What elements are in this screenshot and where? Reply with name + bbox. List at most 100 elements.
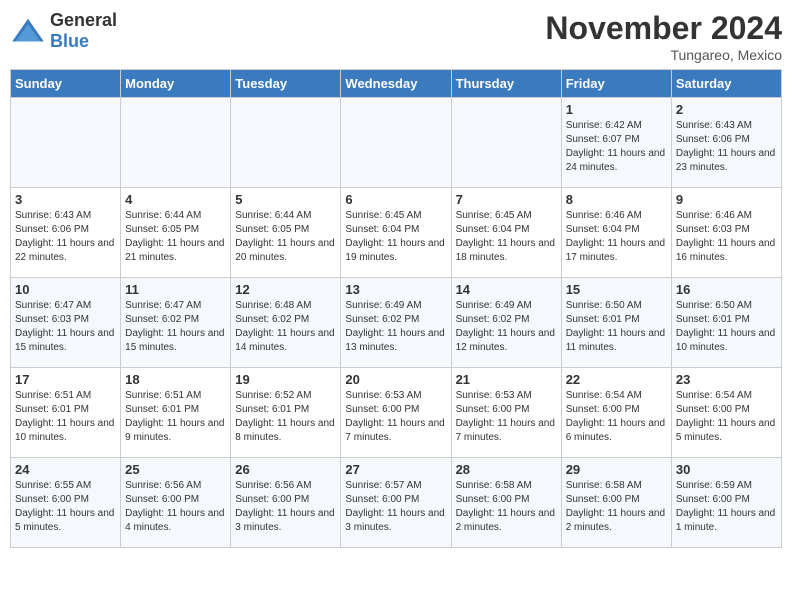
day-number: 18 [125, 372, 226, 387]
day-number: 27 [345, 462, 446, 477]
calendar-cell: 19 Sunrise: 6:52 AM Sunset: 6:01 PM Dayli… [231, 368, 341, 458]
calendar-cell: 26 Sunrise: 6:56 AM Sunset: 6:00 PM Dayli… [231, 458, 341, 548]
day-info: Sunrise: 6:56 AM Sunset: 6:00 PM Dayligh… [235, 479, 336, 535]
calendar-cell: 9 Sunrise: 6:46 AM Sunset: 6:03 PM Daylig… [671, 188, 781, 278]
logo-icon [10, 17, 46, 45]
day-info: Sunrise: 6:47 AM Sunset: 6:03 PM Dayligh… [15, 299, 116, 355]
day-number: 17 [15, 372, 116, 387]
day-info: Sunrise: 6:42 AM Sunset: 6:07 PM Dayligh… [566, 119, 667, 175]
calendar-cell: 22 Sunrise: 6:54 AM Sunset: 6:00 PM Dayli… [561, 368, 671, 458]
calendar-cell: 25Sunrise: 6:56 AM Sunset: 6:00 PM Dayli… [121, 458, 231, 548]
day-info: Sunrise: 6:53 AM Sunset: 6:00 PM Dayligh… [456, 389, 557, 445]
logo-general: General [50, 10, 117, 30]
calendar-cell: 7 Sunrise: 6:45 AM Sunset: 6:04 PM Daylig… [451, 188, 561, 278]
day-info: Sunrise: 6:49 AM Sunset: 6:02 PM Dayligh… [345, 299, 446, 355]
day-info: Sunrise: 6:54 AM Sunset: 6:00 PM Dayligh… [566, 389, 667, 445]
day-number: 6 [345, 192, 446, 207]
day-info: Sunrise: 6:58 AM Sunset: 6:00 PM Dayligh… [456, 479, 557, 535]
calendar-cell: 21 Sunrise: 6:53 AM Sunset: 6:00 PM Dayli… [451, 368, 561, 458]
col-header-tuesday: Tuesday [231, 70, 341, 98]
calendar-week-row: 24 Sunrise: 6:55 AM Sunset: 6:00 PM Dayli… [11, 458, 782, 548]
calendar-table: SundayMondayTuesdayWednesdayThursdayFrid… [10, 69, 782, 548]
calendar-cell: 5Sunrise: 6:44 AM Sunset: 6:05 PM Daylig… [231, 188, 341, 278]
day-info: Sunrise: 6:46 AM Sunset: 6:03 PM Dayligh… [676, 209, 777, 265]
location-subtitle: Tungareo, Mexico [545, 47, 782, 63]
day-info: Sunrise: 6:45 AM Sunset: 6:04 PM Dayligh… [345, 209, 446, 265]
day-number: 28 [456, 462, 557, 477]
day-number: 26 [235, 462, 336, 477]
calendar-cell: 24 Sunrise: 6:55 AM Sunset: 6:00 PM Dayli… [11, 458, 121, 548]
day-number: 23 [676, 372, 777, 387]
day-number: 16 [676, 282, 777, 297]
day-info: Sunrise: 6:44 AM Sunset: 6:05 PM Dayligh… [235, 209, 336, 265]
day-info: Sunrise: 6:45 AM Sunset: 6:04 PM Dayligh… [456, 209, 557, 265]
calendar-header-row: SundayMondayTuesdayWednesdayThursdayFrid… [11, 70, 782, 98]
day-info: Sunrise: 6:54 AM Sunset: 6:00 PM Dayligh… [676, 389, 777, 445]
calendar-cell: 28 Sunrise: 6:58 AM Sunset: 6:00 PM Dayli… [451, 458, 561, 548]
day-number: 12 [235, 282, 336, 297]
calendar-cell: 4Sunrise: 6:44 AM Sunset: 6:05 PM Daylig… [121, 188, 231, 278]
calendar-cell: 1 Sunrise: 6:42 AM Sunset: 6:07 PM Daylig… [561, 98, 671, 188]
logo: General Blue [10, 10, 117, 52]
day-info: Sunrise: 6:44 AM Sunset: 6:05 PM Dayligh… [125, 209, 226, 265]
day-number: 7 [456, 192, 557, 207]
day-info: Sunrise: 6:43 AM Sunset: 6:06 PM Dayligh… [15, 209, 116, 265]
col-header-monday: Monday [121, 70, 231, 98]
logo-blue: Blue [50, 31, 89, 51]
calendar-cell: 8Sunrise: 6:46 AM Sunset: 6:04 PM Daylig… [561, 188, 671, 278]
calendar-cell: 29Sunrise: 6:58 AM Sunset: 6:00 PM Dayli… [561, 458, 671, 548]
day-number: 24 [15, 462, 116, 477]
day-number: 22 [566, 372, 667, 387]
day-number: 13 [345, 282, 446, 297]
calendar-cell: 2 Sunrise: 6:43 AM Sunset: 6:06 PM Daylig… [671, 98, 781, 188]
calendar-cell: 20 Sunrise: 6:53 AM Sunset: 6:00 PM Dayli… [341, 368, 451, 458]
day-number: 2 [676, 102, 777, 117]
day-info: Sunrise: 6:51 AM Sunset: 6:01 PM Dayligh… [125, 389, 226, 445]
day-number: 9 [676, 192, 777, 207]
day-number: 21 [456, 372, 557, 387]
calendar-cell: 12 Sunrise: 6:48 AM Sunset: 6:02 PM Dayli… [231, 278, 341, 368]
day-info: Sunrise: 6:52 AM Sunset: 6:01 PM Dayligh… [235, 389, 336, 445]
col-header-friday: Friday [561, 70, 671, 98]
day-info: Sunrise: 6:50 AM Sunset: 6:01 PM Dayligh… [676, 299, 777, 355]
day-number: 19 [235, 372, 336, 387]
day-number: 1 [566, 102, 667, 117]
calendar-cell: 30Sunrise: 6:59 AM Sunset: 6:00 PM Dayli… [671, 458, 781, 548]
day-info: Sunrise: 6:47 AM Sunset: 6:02 PM Dayligh… [125, 299, 226, 355]
calendar-week-row: 17 Sunrise: 6:51 AM Sunset: 6:01 PM Dayli… [11, 368, 782, 458]
calendar-cell [11, 98, 121, 188]
day-info: Sunrise: 6:49 AM Sunset: 6:02 PM Dayligh… [456, 299, 557, 355]
calendar-week-row: 1 Sunrise: 6:42 AM Sunset: 6:07 PM Daylig… [11, 98, 782, 188]
col-header-saturday: Saturday [671, 70, 781, 98]
calendar-cell: 11 Sunrise: 6:47 AM Sunset: 6:02 PM Dayli… [121, 278, 231, 368]
day-info: Sunrise: 6:43 AM Sunset: 6:06 PM Dayligh… [676, 119, 777, 175]
calendar-cell: 10 Sunrise: 6:47 AM Sunset: 6:03 PM Dayli… [11, 278, 121, 368]
day-info: Sunrise: 6:46 AM Sunset: 6:04 PM Dayligh… [566, 209, 667, 265]
calendar-cell [341, 98, 451, 188]
col-header-thursday: Thursday [451, 70, 561, 98]
calendar-week-row: 10 Sunrise: 6:47 AM Sunset: 6:03 PM Dayli… [11, 278, 782, 368]
day-number: 3 [15, 192, 116, 207]
page-header: General Blue November 2024 Tungareo, Mex… [10, 10, 782, 63]
calendar-cell [231, 98, 341, 188]
calendar-week-row: 3 Sunrise: 6:43 AM Sunset: 6:06 PM Daylig… [11, 188, 782, 278]
calendar-cell: 3 Sunrise: 6:43 AM Sunset: 6:06 PM Daylig… [11, 188, 121, 278]
day-info: Sunrise: 6:57 AM Sunset: 6:00 PM Dayligh… [345, 479, 446, 535]
calendar-cell: 23 Sunrise: 6:54 AM Sunset: 6:00 PM Dayli… [671, 368, 781, 458]
calendar-cell: 13 Sunrise: 6:49 AM Sunset: 6:02 PM Dayli… [341, 278, 451, 368]
day-info: Sunrise: 6:53 AM Sunset: 6:00 PM Dayligh… [345, 389, 446, 445]
calendar-cell [121, 98, 231, 188]
day-info: Sunrise: 6:48 AM Sunset: 6:02 PM Dayligh… [235, 299, 336, 355]
day-info: Sunrise: 6:58 AM Sunset: 6:00 PM Dayligh… [566, 479, 667, 535]
day-info: Sunrise: 6:55 AM Sunset: 6:00 PM Dayligh… [15, 479, 116, 535]
col-header-sunday: Sunday [11, 70, 121, 98]
calendar-cell [451, 98, 561, 188]
calendar-cell: 15Sunrise: 6:50 AM Sunset: 6:01 PM Dayli… [561, 278, 671, 368]
day-number: 15 [566, 282, 667, 297]
calendar-cell: 18 Sunrise: 6:51 AM Sunset: 6:01 PM Dayli… [121, 368, 231, 458]
day-number: 11 [125, 282, 226, 297]
day-number: 10 [15, 282, 116, 297]
calendar-cell: 17Sunrise: 6:51 AM Sunset: 6:01 PM Dayli… [11, 368, 121, 458]
day-info: Sunrise: 6:59 AM Sunset: 6:00 PM Dayligh… [676, 479, 777, 535]
day-number: 20 [345, 372, 446, 387]
